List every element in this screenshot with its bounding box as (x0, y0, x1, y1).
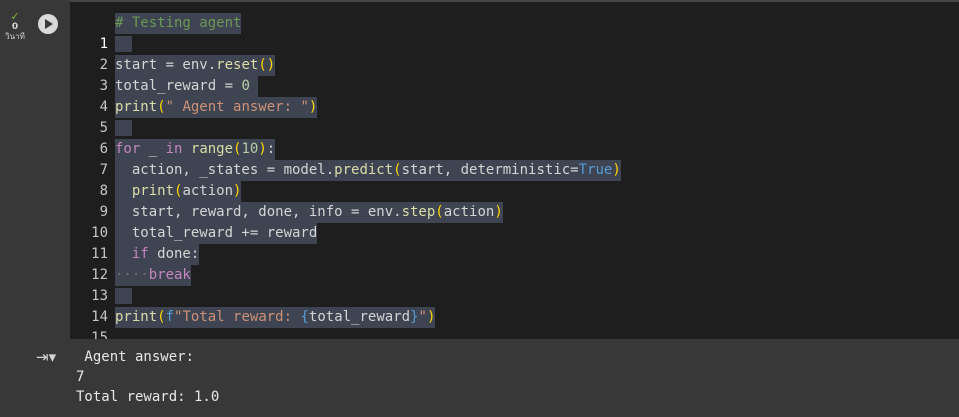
output-toggle-icon[interactable]: ⇥▾ (36, 347, 62, 367)
execution-time-unit: วินาที (5, 32, 25, 41)
output-line: Agent answer: (76, 349, 195, 365)
code-line[interactable]: 11 total_reward += reward (70, 223, 959, 262)
code-line[interactable]: 10 start, reward, done, info = env.step(… (70, 202, 959, 241)
code-line[interactable]: 7 for _ in range(10): (70, 139, 959, 178)
output-line: 7 (76, 369, 85, 385)
output-line: Total reward: 1.0 (76, 389, 220, 405)
execution-time: 0 (11, 22, 19, 32)
code-text: total_reward = 0 (115, 76, 259, 97)
code-line[interactable]: 12 if done: (70, 244, 959, 283)
cell-gutter: ✓ 0 วินาที (0, 0, 28, 417)
run-area (28, 0, 70, 339)
code-editor[interactable]: 1 # Testing agent 2 3 start = env.reset(… (70, 2, 959, 346)
code-text: print(f"Total reward: {total_reward}") (115, 307, 436, 328)
execution-status: ✓ 0 วินาที (2, 10, 28, 42)
code-text: ····break (115, 265, 191, 286)
run-cell-button[interactable] (38, 14, 58, 34)
code-line[interactable]: 2 (70, 34, 959, 73)
code-line[interactable]: 15 print(f"Total reward: {total_reward}"… (70, 307, 959, 346)
code-text: for _ in range(10): (115, 139, 276, 160)
check-icon: ✓ (10, 10, 20, 23)
code-text (115, 286, 132, 307)
code-line[interactable]: 8 action, _states = model.predict(start,… (70, 160, 959, 199)
code-text: start, reward, done, info = env.step(act… (115, 202, 503, 223)
cell-output: ⇥▾ Agent answer: 7 Total reward: 1.0 (28, 339, 959, 417)
code-text: print(action) (115, 181, 242, 202)
code-line[interactable]: 5 print(" Agent answer: ") (70, 97, 959, 136)
code-line[interactable]: 4 total_reward = 0 (70, 76, 959, 115)
code-cell[interactable]: 1 # Testing agent 2 3 start = env.reset(… (28, 0, 959, 346)
code-line[interactable]: 6 (70, 118, 959, 157)
code-text: if done: (115, 244, 200, 265)
code-text: start = env.reset() (115, 55, 276, 76)
code-text: action, _states = model.predict(start, d… (115, 160, 621, 181)
code-text (115, 118, 132, 139)
code-text: total_reward += reward (115, 223, 318, 244)
code-text: # Testing agent (115, 13, 242, 34)
code-line[interactable]: 3 start = env.reset() (70, 55, 959, 94)
code-text (115, 34, 132, 55)
code-line[interactable]: 14 (70, 286, 959, 325)
code-text: print(" Agent answer: ") (115, 97, 318, 118)
code-line[interactable]: 9 print(action) (70, 181, 959, 220)
output-text: Agent answer: 7 Total reward: 1.0 (76, 347, 219, 407)
code-line[interactable]: 13 ····break (70, 265, 959, 304)
code-line[interactable]: 1 # Testing agent (70, 13, 959, 52)
